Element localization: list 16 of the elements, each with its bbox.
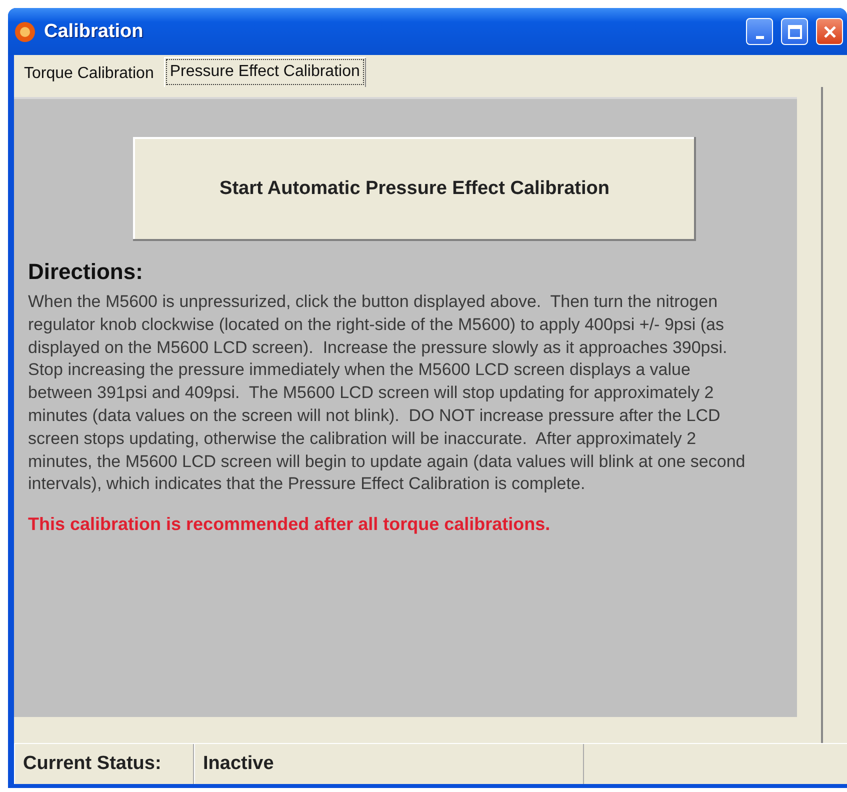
tab[interactable]: Pressure Effect Calibration	[164, 57, 366, 87]
recommendation-note: This calibration is recommended after all torque calibrations.	[28, 514, 550, 536]
status-value: Inactive	[194, 744, 584, 784]
start-calibration-button[interactable]: Start Automatic Pressure Effect Calibration	[133, 137, 696, 241]
app-icon	[14, 20, 36, 42]
maximize-icon	[788, 24, 802, 38]
close-icon	[822, 24, 836, 38]
window-title: Calibration	[44, 20, 144, 42]
close-button[interactable]	[816, 18, 843, 45]
directions-heading: Directions:	[28, 259, 143, 285]
directions-text: When the M5600 is unpressurized, click the button displayed above. Then turn the nitrogen regulator knob clockwise (located on the right-side of the M5600) to apply 400psi +/- 9psi (as displayed on the M5600 LCD screen). Increase the pressure slowly as it approaches 390psi. Stop increasing the pressure immediately when the M5600 LCD screen displays a value between 391psi and 409psi. The M5600 LCD screen will stop updating for approximately 2 minutes (data values on the screen will not blink). DO NOT increase pressure after the LCD screen stops updating, otherwise the calibration will be inaccurate. After approximately 2 minutes, the M5600 LCD screen will begin to update again (data values will blink at one second intervals), which indicates that the Pressure Effect Calibration is complete.	[28, 291, 746, 496]
tab[interactable]: Torque Calibration	[18, 61, 160, 87]
minimize-button[interactable]	[746, 18, 773, 45]
minimize-icon	[756, 36, 764, 39]
status-label: Current Status:	[14, 744, 194, 784]
maximize-button[interactable]	[781, 18, 808, 45]
